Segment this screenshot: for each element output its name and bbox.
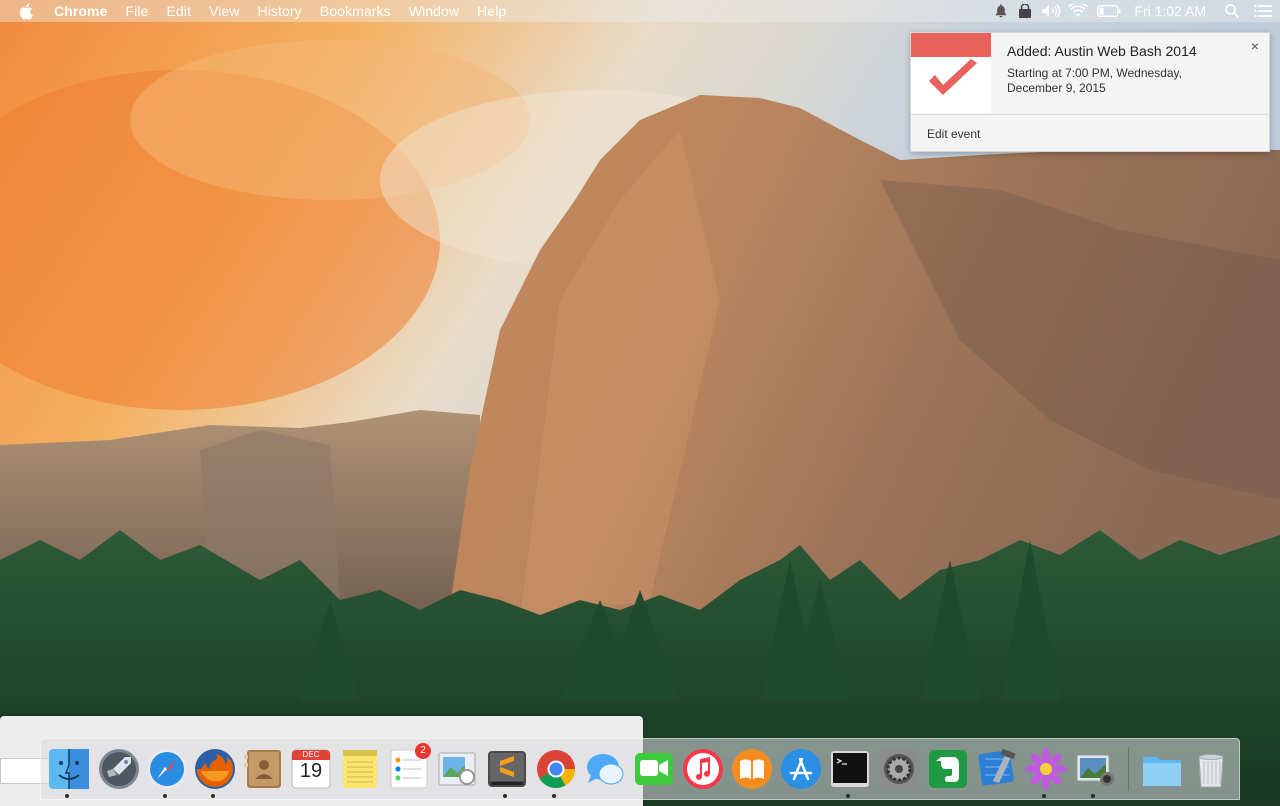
messages-icon[interactable] <box>583 747 627 791</box>
chrome-icon[interactable] <box>534 747 578 791</box>
notification-center-icon[interactable] <box>1246 0 1280 22</box>
notification-bell-icon[interactable] <box>990 0 1012 22</box>
contacts-icon[interactable] <box>241 747 285 791</box>
image-capture-icon[interactable] <box>1073 747 1117 791</box>
menu-bookmarks[interactable]: Bookmarks <box>320 3 391 19</box>
preview-icon[interactable] <box>435 747 479 791</box>
firefox-running-indicator <box>211 794 215 798</box>
chrome-running-indicator <box>552 794 556 798</box>
terminal-icon[interactable] <box>828 747 872 791</box>
sublime-running-indicator <box>503 794 507 798</box>
menu-help[interactable]: Help <box>477 3 506 19</box>
notification-banner[interactable]: Added: Austin Web Bash 2014 Starting at … <box>910 32 1270 152</box>
notification-body: Starting at 7:00 PM, Wednesday, December… <box>1007 66 1182 95</box>
image-capture-running-indicator <box>1091 794 1095 798</box>
apple-menu-icon[interactable] <box>18 0 36 22</box>
dock: DEC 19 2 <box>40 738 1240 800</box>
xcode-icon[interactable] <box>975 747 1019 791</box>
menu-window[interactable]: Window <box>409 3 459 19</box>
trash-icon[interactable] <box>1189 747 1233 791</box>
terminal-running-indicator <box>846 794 850 798</box>
notes-icon[interactable] <box>338 747 382 791</box>
finder-icon[interactable] <box>47 747 91 791</box>
lock-icon[interactable] <box>1012 0 1038 22</box>
reminders-icon[interactable]: 2 <box>387 743 431 791</box>
edit-event-button[interactable]: Edit event <box>927 127 980 141</box>
calendar-month-label: DEC <box>302 750 320 759</box>
firefox-icon[interactable] <box>193 747 237 791</box>
finder-running-indicator <box>65 794 69 798</box>
calendar-checkmark-icon <box>911 33 991 113</box>
menu-view[interactable]: View <box>209 3 240 19</box>
evernote-icon[interactable] <box>926 747 970 791</box>
notification-close-button[interactable]: × <box>1251 38 1259 54</box>
menu-history[interactable]: History <box>258 3 302 19</box>
app-store-icon[interactable] <box>779 747 823 791</box>
wifi-icon[interactable] <box>1064 0 1092 22</box>
notification-title: Added: Austin Web Bash 2014 <box>1007 43 1197 59</box>
volume-icon[interactable] <box>1038 0 1064 22</box>
menu-bar: Chrome File Edit View History Bookmarks … <box>0 0 1280 22</box>
battery-icon[interactable] <box>1092 0 1126 22</box>
ibooks-icon[interactable] <box>730 747 774 791</box>
facetime-icon[interactable] <box>632 747 676 791</box>
spotlight-search-icon[interactable] <box>1218 0 1246 22</box>
safari-icon[interactable] <box>145 747 189 791</box>
reminders-badge: 2 <box>415 743 431 759</box>
menu-file[interactable]: File <box>126 3 149 19</box>
itunes-icon[interactable] <box>681 747 725 791</box>
downloads-folder-icon[interactable] <box>1140 747 1184 791</box>
safari-running-indicator <box>163 794 167 798</box>
dock-separator <box>1128 747 1129 791</box>
calendar-day-label: 19 <box>299 760 323 782</box>
flower-icon[interactable] <box>1024 747 1068 791</box>
menu-app-chrome[interactable]: Chrome <box>54 3 108 19</box>
sublime-text-icon[interactable] <box>485 747 529 791</box>
menubar-clock[interactable]: Fri 1:02 AM <box>1134 3 1206 19</box>
menu-edit[interactable]: Edit <box>166 3 191 19</box>
system-preferences-icon[interactable] <box>877 747 921 791</box>
notification-divider <box>911 114 1269 115</box>
launchpad-icon[interactable] <box>97 747 141 791</box>
flower-running-indicator <box>1042 794 1046 798</box>
calendar-icon[interactable]: DEC 19 <box>289 747 333 791</box>
